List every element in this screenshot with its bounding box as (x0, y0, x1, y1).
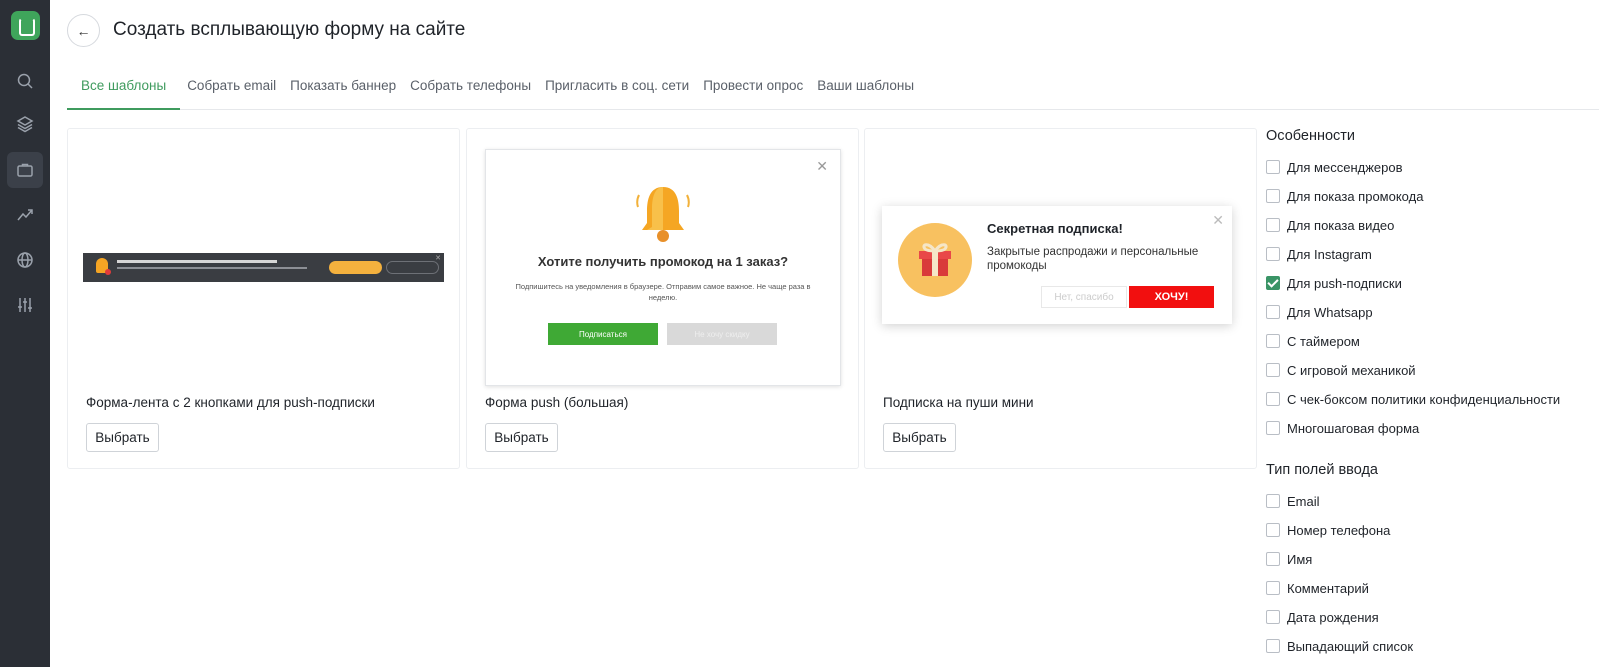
filter-push[interactable]: Для push-подписки (1266, 274, 1402, 292)
tabs-bar: Все шаблоны Собрать email Показать банне… (67, 74, 1599, 110)
tab-show-banner[interactable]: Показать баннер (283, 74, 403, 110)
filter-whatsapp[interactable]: Для Whatsapp (1266, 303, 1373, 321)
tab-collect-phones[interactable]: Собрать телефоны (403, 74, 538, 110)
filter-promocode[interactable]: Для показа промокода (1266, 187, 1423, 205)
filter-game[interactable]: С игровой механикой (1266, 361, 1416, 379)
tab-invite-social[interactable]: Пригласить в соц. сети (538, 74, 696, 110)
checkbox-checked[interactable] (1266, 276, 1280, 290)
gift-icon (919, 243, 951, 276)
sliders-icon[interactable] (7, 287, 43, 323)
bell-icon (636, 187, 690, 242)
filter-video[interactable]: Для показа видео (1266, 216, 1394, 234)
sidebar (0, 0, 50, 667)
briefcase-icon[interactable] (7, 152, 43, 188)
checkbox[interactable] (1266, 247, 1280, 261)
choose-button[interactable]: Выбрать (485, 423, 558, 452)
input-types-heading: Тип полей ввода (1266, 462, 1378, 478)
filter-email[interactable]: Email (1266, 492, 1320, 510)
template-caption: Подписка на пуши мини (883, 395, 1034, 410)
trend-icon[interactable] (7, 197, 43, 233)
filter-birthday[interactable]: Дата рождения (1266, 608, 1379, 626)
preview-title: Секретная подписка! (987, 221, 1123, 236)
preview-decline-button: Не хочу скидку (667, 323, 777, 345)
preview-decline-button: Нет, спасибо (1041, 286, 1127, 308)
checkbox[interactable] (1266, 189, 1280, 203)
close-icon: ✕ (816, 158, 828, 174)
template-preview-ribbon: ✕ (83, 253, 444, 282)
checkbox[interactable] (1266, 305, 1280, 319)
checkbox[interactable] (1266, 363, 1280, 377)
checkbox[interactable] (1266, 392, 1280, 406)
template-preview-popup: ✕ Хотите получить промокод на 1 заказ? П… (485, 149, 841, 386)
filter-privacy-checkbox[interactable]: С чек-боксом политики конфиденциальности (1266, 390, 1560, 408)
preview-accept-button: ХОЧУ! (1129, 286, 1214, 308)
layers-icon[interactable] (7, 106, 43, 142)
template-caption: Форма push (большая) (485, 395, 629, 410)
filter-name[interactable]: Имя (1266, 550, 1312, 568)
checkbox[interactable] (1266, 160, 1280, 174)
tab-survey[interactable]: Провести опрос (696, 74, 810, 110)
globe-icon[interactable] (7, 242, 43, 278)
template-card: ✕ Хотите получить промокод на 1 заказ? П… (466, 128, 859, 469)
template-card: Секретная подписка! Закрытые распродажи … (864, 128, 1257, 469)
choose-button[interactable]: Выбрать (86, 423, 159, 452)
tab-all-templates[interactable]: Все шаблоны (67, 74, 181, 110)
checkbox[interactable] (1266, 523, 1280, 537)
filter-instagram[interactable]: Для Instagram (1266, 245, 1372, 263)
checkbox[interactable] (1266, 552, 1280, 566)
close-icon: ✕ (435, 255, 441, 262)
filter-timer[interactable]: С таймером (1266, 332, 1360, 350)
arrow-left-icon: ← (76, 22, 91, 39)
preview-description: Подпишитесь на уведомления в браузере. О… (515, 282, 811, 302)
back-button[interactable]: ← (67, 14, 100, 47)
preview-title: Хотите получить промокод на 1 заказ? (537, 254, 789, 269)
checkbox[interactable] (1266, 610, 1280, 624)
close-icon: ✕ (1212, 212, 1224, 228)
checkbox[interactable] (1266, 334, 1280, 348)
checkbox[interactable] (1266, 421, 1280, 435)
checkbox[interactable] (1266, 494, 1280, 508)
tab-collect-email[interactable]: Собрать email (180, 74, 283, 110)
preview-subscribe-button: Подписаться (548, 323, 658, 345)
checkbox[interactable] (1266, 639, 1280, 653)
filter-phone[interactable]: Номер телефона (1266, 521, 1390, 539)
filter-messengers[interactable]: Для мессенджеров (1266, 158, 1403, 176)
filter-dropdown[interactable]: Выпадающий список (1266, 637, 1413, 655)
features-heading: Особенности (1266, 128, 1356, 144)
template-caption: Форма-лента с 2 кнопками для push-подпис… (86, 395, 375, 410)
search-icon[interactable] (7, 63, 43, 99)
page-title: Создать всплывающую форму на сайте (113, 19, 466, 40)
filter-multistep[interactable]: Многошаговая форма (1266, 419, 1419, 437)
filter-comment[interactable]: Комментарий (1266, 579, 1369, 597)
preview-description: Закрытые распродажи и персональные промо… (987, 246, 1199, 272)
checkbox[interactable] (1266, 581, 1280, 595)
checkbox[interactable] (1266, 218, 1280, 232)
choose-button[interactable]: Выбрать (883, 423, 956, 452)
template-preview-popup: Секретная подписка! Закрытые распродажи … (882, 206, 1232, 324)
logo-icon[interactable] (11, 11, 40, 40)
template-card: ✕ Форма-лента с 2 кнопками для push-подп… (67, 128, 460, 469)
tab-your-templates[interactable]: Ваши шаблоны (810, 74, 921, 110)
